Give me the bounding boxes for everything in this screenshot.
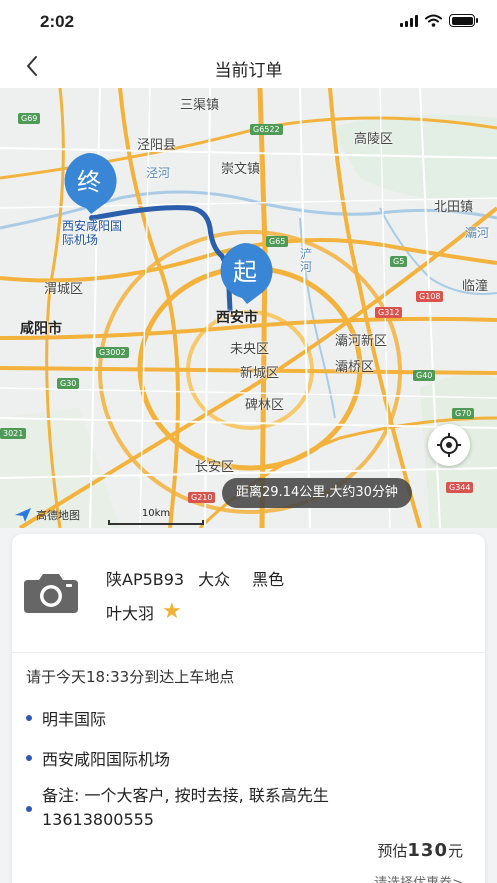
note-text: 备注: 一个大客户, 按时去接, 联系高先生 [42, 786, 329, 805]
map-label-baqiao: 灞桥区 [335, 360, 375, 375]
road-shield: G3002 [96, 347, 129, 358]
road-shield: G6522 [250, 124, 283, 135]
divider [12, 652, 485, 653]
map-label-jinghe: 泾河 [146, 166, 171, 180]
bullet-dot-icon [26, 806, 32, 812]
wifi-icon [425, 14, 442, 27]
map-label-weiyang: 未央区 [230, 342, 270, 357]
status-bar: 2:02 [0, 0, 497, 44]
page-title: 当前订单 [214, 61, 283, 81]
note-phone: 13613800555 [42, 810, 154, 829]
map-label-jingyang: 泾阳县 [137, 138, 177, 153]
road-shield: G5 [390, 256, 408, 267]
map-label-sanqu: 三渠镇 [180, 98, 220, 113]
map-label-xian: 西安市 [216, 310, 258, 326]
map-label-airport: 西安咸阳国际机场 [62, 219, 123, 247]
status-time: 2:02 [40, 12, 75, 31]
estimate-amount: 130 [407, 840, 448, 861]
coupon-link[interactable]: 请选择优惠券> [374, 872, 463, 883]
map-label-xincheng: 新城区 [240, 366, 280, 381]
map-label-baqiao-new: 灞河新区 [335, 334, 388, 349]
fare-estimate: 预估130元 [377, 840, 463, 861]
map-label-lintong: 临潼 [462, 279, 489, 294]
map-scale-bar [108, 520, 204, 525]
road-shield: G69 [18, 113, 41, 124]
road-shield: G70 [452, 408, 475, 419]
map-label-xianyang: 咸阳市 [20, 321, 62, 337]
map-label-weicheng: 渭城区 [44, 282, 84, 297]
road-shield: G40 [413, 370, 436, 381]
map-label-changan: 长安区 [195, 460, 235, 475]
map-label-chongwen: 崇文镇 [221, 162, 261, 177]
arrival-time: 请于今天18:33分到达上车地点 [26, 668, 235, 686]
vehicle-info: 陕AP5B93 大众 黑色 [106, 566, 284, 590]
road-shield: 3021 [0, 428, 27, 439]
distance-info: 距离29.14公里,大约30分钟 [222, 478, 412, 508]
road-shield: G344 [446, 482, 474, 493]
battery-icon [449, 14, 478, 27]
stop-destination: 西安咸阳国际机场 [26, 746, 170, 770]
locate-icon [437, 433, 461, 457]
order-note: 备注: 一个大客户, 按时去接, 联系高先生 13613800555 [26, 784, 476, 832]
gaode-logo-icon [15, 508, 31, 522]
estimate-label: 预估 [377, 842, 408, 860]
signal-icon [400, 14, 418, 27]
road-shield: G30 [57, 378, 80, 389]
road-shield: G210 [188, 492, 216, 503]
end-pin[interactable]: 终 [56, 150, 122, 216]
status-icons [400, 14, 478, 27]
bullet-dot-icon [26, 755, 32, 761]
vehicle-color: 黑色 [252, 570, 285, 589]
order-screen: 2:02 当前订单 三渠镇 泾阳县 泾河 崇文镇 高陵区 北田镇 灞河 浐河 临… [0, 0, 497, 883]
locate-button[interactable] [428, 424, 470, 466]
road-shield: G312 [375, 307, 403, 318]
nav-bar: 当前订单 [0, 44, 497, 88]
start-pin-label: 起 [233, 258, 257, 286]
map-label-bahe: 灞河 [465, 226, 490, 240]
star-icon: ★ [162, 599, 182, 624]
map-label-chanhe: 浐河 [300, 247, 313, 274]
estimate-unit: 元 [447, 842, 463, 860]
map-label-beitian: 北田镇 [434, 200, 474, 215]
vehicle-plate: 陕AP5B93 [106, 570, 185, 589]
driver-info: 叶大羽 ★ [106, 600, 182, 624]
end-pin-label: 终 [77, 168, 101, 196]
map-scale-label: 10km [141, 508, 171, 519]
road-shield: G108 [416, 291, 444, 302]
vehicle-brand: 大众 [198, 570, 231, 589]
map-scale: 10km [108, 508, 204, 525]
stop-label: 西安咸阳国际机场 [42, 750, 171, 769]
map-logo: 高德地图 [14, 507, 80, 523]
stop-label: 明丰国际 [42, 710, 107, 729]
map-label-gaoling: 高陵区 [354, 132, 394, 147]
bullet-dot-icon [26, 715, 32, 721]
camera-icon [24, 574, 78, 613]
driver-name: 叶大羽 [106, 604, 155, 623]
map-label-beilin: 碑林区 [245, 398, 285, 413]
stop-origin: 明丰国际 [26, 706, 106, 730]
route-map[interactable]: 三渠镇 泾阳县 泾河 崇文镇 高陵区 北田镇 灞河 浐河 临潼 渭城区 咸阳市 … [0, 88, 497, 528]
order-card: 陕AP5B93 大众 黑色 叶大羽 ★ 请于今天18:33分到达上车地点 明丰国际 … [12, 534, 485, 883]
map-logo-text: 高德地图 [36, 509, 80, 522]
start-pin[interactable]: 起 [212, 240, 278, 306]
